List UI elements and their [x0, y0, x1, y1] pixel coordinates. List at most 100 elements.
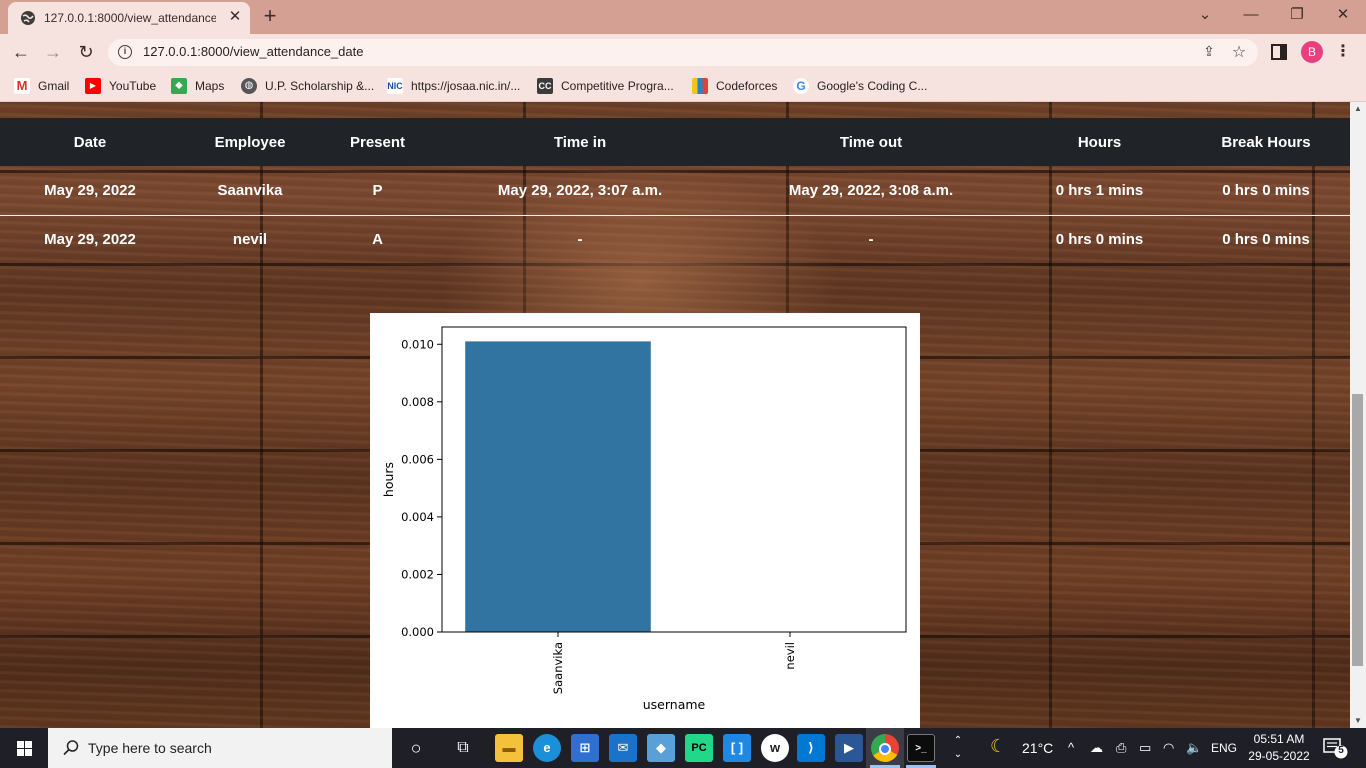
- weather-temperature[interactable]: 21°C: [1022, 740, 1053, 756]
- chart-bar-saanvika: [465, 341, 651, 632]
- cell-employee: Saanvika: [217, 181, 283, 199]
- table-header-row: Date Employee Present Time in Time out H…: [0, 118, 1350, 166]
- weather-moon-icon[interactable]: ☾: [990, 736, 1006, 757]
- store-icon[interactable]: ⊞: [571, 734, 599, 762]
- cell-date: May 29, 2022: [44, 181, 136, 199]
- wifi-icon[interactable]: ◠: [1163, 740, 1174, 756]
- clock[interactable]: 05:51 AM 29-05-2022: [1240, 731, 1318, 765]
- bookmark-maps[interactable]: ⬥ Maps: [171, 77, 224, 95]
- cell-present: P: [372, 181, 383, 199]
- nic-icon: NIC: [387, 78, 403, 94]
- taskbar-scroll-icon[interactable]: ⌃ ⌄: [944, 734, 972, 762]
- globe-icon: [21, 11, 35, 25]
- search-icon: [63, 740, 79, 756]
- cell-date: May 29, 2022: [44, 231, 136, 249]
- header-date: Date: [73, 133, 107, 151]
- edge-icon[interactable]: e: [533, 734, 561, 762]
- browser-tab[interactable]: 127.0.0.1:8000/view_attendance_ ✕: [8, 2, 250, 34]
- notification-count: 5: [1338, 745, 1344, 756]
- profile-avatar[interactable]: B: [1301, 41, 1323, 63]
- tab-title: 127.0.0.1:8000/view_attendance_: [44, 11, 216, 25]
- bookmark-codeforces[interactable]: Codeforces: [692, 77, 777, 95]
- pycharm-icon[interactable]: PC: [685, 734, 713, 762]
- cell-employee: nevil: [232, 231, 268, 249]
- bookmarks-bar: M Gmail ▶ YouTube ⬥ Maps ◍ U.P. Scholars…: [0, 70, 1366, 102]
- bookmark-star-icon[interactable]: ☆: [1230, 42, 1248, 61]
- cortana-icon[interactable]: ○: [402, 734, 430, 762]
- windows-start-icon[interactable]: [0, 728, 48, 768]
- forward-icon[interactable]: →: [40, 39, 66, 65]
- attendance-table: Date Employee Present Time in Time out H…: [0, 118, 1350, 264]
- new-tab-icon[interactable]: +: [258, 5, 282, 29]
- x-tick-label: Saanvika: [551, 642, 565, 694]
- bookmark-label: Competitive Progra...: [561, 79, 674, 93]
- side-panel-icon[interactable]: [1271, 44, 1287, 60]
- bookmark-josaa[interactable]: NIC https://josaa.nic.in/...: [387, 77, 520, 95]
- y-tick-label: 0.002: [401, 567, 434, 581]
- url-text[interactable]: 127.0.0.1:8000/view_attendance_date: [143, 44, 363, 59]
- bookmark-label: Maps: [195, 79, 225, 93]
- menu-icon[interactable]: ⋮: [1335, 39, 1351, 65]
- header-break-hours: Break Hours: [1221, 133, 1311, 151]
- media-player-icon[interactable]: ▶: [835, 734, 863, 762]
- notification-center-icon[interactable]: 5: [1322, 737, 1348, 759]
- reload-icon[interactable]: ↻: [73, 39, 99, 65]
- cc-icon: CC: [537, 78, 553, 94]
- bracket-app-icon[interactable]: [ ]: [723, 734, 751, 762]
- y-tick-label: 0.000: [401, 625, 434, 639]
- cell-time-in: May 29, 2022, 3:07 a.m.: [497, 181, 663, 199]
- scroll-up-icon[interactable]: ▲: [1350, 102, 1366, 116]
- share-icon[interactable]: ⇪: [1200, 43, 1218, 61]
- header-time-in: Time in: [553, 133, 607, 151]
- tab-close-icon[interactable]: ✕: [226, 8, 244, 26]
- battery-icon[interactable]: ▭: [1139, 740, 1151, 756]
- clock-date: 29-05-2022: [1248, 749, 1310, 763]
- cell-break-hours: 0 hrs 0 mins: [1222, 231, 1310, 249]
- whatsapp-icon[interactable]: w: [761, 734, 789, 762]
- google-icon: G: [793, 78, 809, 94]
- bookmark-youtube[interactable]: ▶ YouTube: [85, 77, 156, 95]
- tab-search-icon[interactable]: ⌄: [1182, 4, 1228, 26]
- 3d-viewer-icon[interactable]: ◆: [647, 734, 675, 762]
- youtube-icon: ▶: [85, 78, 101, 94]
- file-explorer-icon[interactable]: ▬: [495, 734, 523, 762]
- cell-hours: 0 hrs 0 mins: [1055, 231, 1144, 249]
- bookmark-label: Google's Coding C...: [817, 79, 928, 93]
- task-view-icon[interactable]: ⧉: [449, 734, 477, 762]
- hidden-icons-icon[interactable]: ^: [1068, 740, 1074, 755]
- windows-taskbar: Type here to search ○ ⧉ ▬ e ⊞ ✉ ◆ PC [ ]…: [0, 728, 1366, 768]
- back-icon[interactable]: ←: [8, 39, 34, 65]
- meet-now-icon[interactable]: ⎙: [1116, 740, 1126, 756]
- terminal-icon[interactable]: >_: [907, 734, 935, 762]
- bookmark-competitive[interactable]: CC Competitive Progra...: [537, 77, 674, 95]
- onedrive-icon[interactable]: ☁: [1090, 740, 1103, 756]
- bookmark-google-coding[interactable]: G Google's Coding C...: [793, 77, 927, 95]
- scroll-down-icon[interactable]: ▼: [1350, 714, 1366, 728]
- taskbar-search-input[interactable]: Type here to search: [48, 728, 392, 768]
- bookmark-label: Codeforces: [716, 79, 778, 93]
- chrome-icon[interactable]: [871, 734, 899, 762]
- gmail-icon: M: [14, 78, 30, 94]
- minimize-icon[interactable]: —: [1228, 4, 1274, 26]
- address-bar[interactable]: i 127.0.0.1:8000/view_attendance_date ⇪ …: [108, 39, 1258, 66]
- y-tick-label: 0.010: [401, 337, 434, 351]
- bookmark-scholarship[interactable]: ◍ U.P. Scholarship &...: [241, 77, 374, 95]
- cell-time-in: -: [577, 231, 583, 249]
- search-placeholder: Type here to search: [88, 740, 212, 756]
- tab-bar: 127.0.0.1:8000/view_attendance_ ✕ + ⌄ — …: [0, 0, 1366, 34]
- window-close-icon[interactable]: ✕: [1320, 4, 1366, 26]
- x-tick-label: nevil: [783, 642, 797, 670]
- bookmark-label: U.P. Scholarship &...: [265, 79, 375, 93]
- vscode-icon[interactable]: ⟩: [797, 734, 825, 762]
- page-scrollbar[interactable]: ▲ ▼: [1350, 102, 1366, 728]
- codeforces-icon: [692, 78, 708, 94]
- volume-icon[interactable]: 🔈: [1186, 740, 1202, 756]
- header-present: Present: [349, 133, 406, 151]
- restore-icon[interactable]: ❐: [1274, 4, 1320, 26]
- scrollbar-thumb[interactable]: [1352, 394, 1363, 666]
- mail-icon[interactable]: ✉: [609, 734, 637, 762]
- language-indicator[interactable]: ENG: [1211, 741, 1237, 755]
- site-info-icon[interactable]: i: [118, 45, 132, 59]
- bookmark-gmail[interactable]: M Gmail: [14, 77, 69, 95]
- header-hours: Hours: [1077, 133, 1122, 151]
